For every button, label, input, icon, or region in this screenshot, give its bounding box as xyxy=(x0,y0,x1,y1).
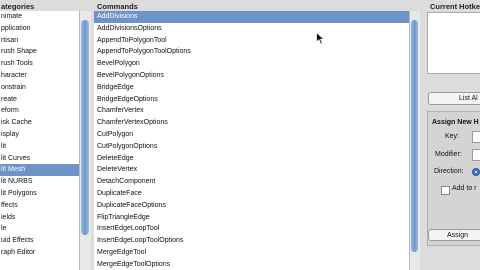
command-item[interactable]: ChamferVertex xyxy=(94,105,409,117)
commands-scroll-thumb[interactable] xyxy=(411,20,418,252)
command-item[interactable]: CutPolygon xyxy=(94,129,409,141)
category-item[interactable]: reate xyxy=(0,94,79,106)
modifier-label: Modifier: xyxy=(435,151,462,158)
category-item[interactable]: ffects xyxy=(0,200,79,212)
add-to-checkbox[interactable] xyxy=(441,186,450,195)
category-item[interactable]: rush Tools xyxy=(0,58,79,70)
command-item[interactable]: InsertEdgeLoopToolOptions xyxy=(94,235,409,247)
assign-button[interactable]: Assign xyxy=(428,229,480,241)
categories-list[interactable]: nimate pplication rtisan rush Shape rush Too… xyxy=(0,11,79,270)
command-item[interactable]: BridgeEdgeOptions xyxy=(94,94,409,106)
category-item[interactable]: nimate xyxy=(0,11,79,23)
category-item[interactable]: rtisan xyxy=(0,35,79,47)
command-item[interactable]: AddDivisions xyxy=(94,11,409,23)
command-item[interactable]: CutPolygonOptions xyxy=(94,141,409,153)
commands-header: Commands xyxy=(97,2,138,11)
command-item[interactable]: InsertEdgeLoopTool xyxy=(94,223,409,235)
command-item[interactable]: MergeEdgeTool xyxy=(94,247,409,259)
command-item[interactable]: DuplicateFaceOptions xyxy=(94,200,409,212)
category-item[interactable]: lit Mesh xyxy=(0,164,79,177)
category-item[interactable]: rush Shape xyxy=(0,46,79,58)
add-to-label: Add to r xyxy=(452,185,477,192)
category-item[interactable]: haracter xyxy=(0,70,79,82)
category-item[interactable]: isplay xyxy=(0,129,79,141)
modifier-field[interactable] xyxy=(472,149,480,161)
command-item[interactable]: ChamferVertexOptions xyxy=(94,117,409,129)
category-item[interactable]: ields xyxy=(0,212,79,224)
category-item[interactable]: lit NURBS xyxy=(0,176,79,188)
categories-scrollbar[interactable] xyxy=(79,11,91,270)
command-item[interactable]: BevelPolygon xyxy=(94,58,409,70)
key-label: Key: xyxy=(445,133,460,140)
command-item[interactable]: FlipTriangleEdge xyxy=(94,212,409,224)
current-hotkeys-list[interactable] xyxy=(427,12,480,74)
list-all-button[interactable]: List Al xyxy=(428,92,480,105)
category-item[interactable]: le xyxy=(0,223,79,235)
command-item[interactable]: AppendToPolygonToolOptions xyxy=(94,46,409,58)
assign-group-title: Assign New H xyxy=(432,119,479,126)
category-item[interactable]: uid Effects xyxy=(0,235,79,247)
category-item[interactable]: pplication xyxy=(0,23,79,35)
categories-header: ategories xyxy=(1,2,35,11)
command-item[interactable]: MergeEdgeToolOptions xyxy=(94,259,409,270)
category-item[interactable]: eform xyxy=(0,105,79,117)
command-item[interactable]: AppendToPolygonTool xyxy=(94,35,409,47)
command-item[interactable]: AddDivisionsOptions xyxy=(94,23,409,35)
command-item[interactable]: DetachComponent xyxy=(94,176,409,188)
category-item[interactable]: lit xyxy=(0,141,79,153)
command-item[interactable]: BridgeEdge xyxy=(94,82,409,94)
categories-scroll-thumb[interactable] xyxy=(81,20,89,235)
command-item[interactable]: DeleteVertex xyxy=(94,164,409,176)
commands-scrollbar[interactable] xyxy=(409,11,420,270)
command-item[interactable]: BevelPolygonOptions xyxy=(94,70,409,82)
command-item[interactable]: DuplicateFace xyxy=(94,188,409,200)
commands-list[interactable]: AddDivisions AddDivisionsOptions AppendToP… xyxy=(94,11,409,270)
direction-radio[interactable] xyxy=(472,168,480,176)
direction-label: Direction: xyxy=(434,168,464,175)
command-item[interactable]: DeleteEdge xyxy=(94,153,409,165)
category-item[interactable]: lit Curves xyxy=(0,153,79,165)
current-hotkeys-header: Current Hotke xyxy=(430,2,480,11)
category-item[interactable]: lit Polygons xyxy=(0,188,79,200)
key-field[interactable] xyxy=(472,131,480,143)
mouse-cursor-icon xyxy=(316,32,325,45)
category-item[interactable]: onstrain xyxy=(0,82,79,94)
category-item[interactable]: isk Cache xyxy=(0,117,79,129)
category-item[interactable]: raph Editor xyxy=(0,247,79,259)
